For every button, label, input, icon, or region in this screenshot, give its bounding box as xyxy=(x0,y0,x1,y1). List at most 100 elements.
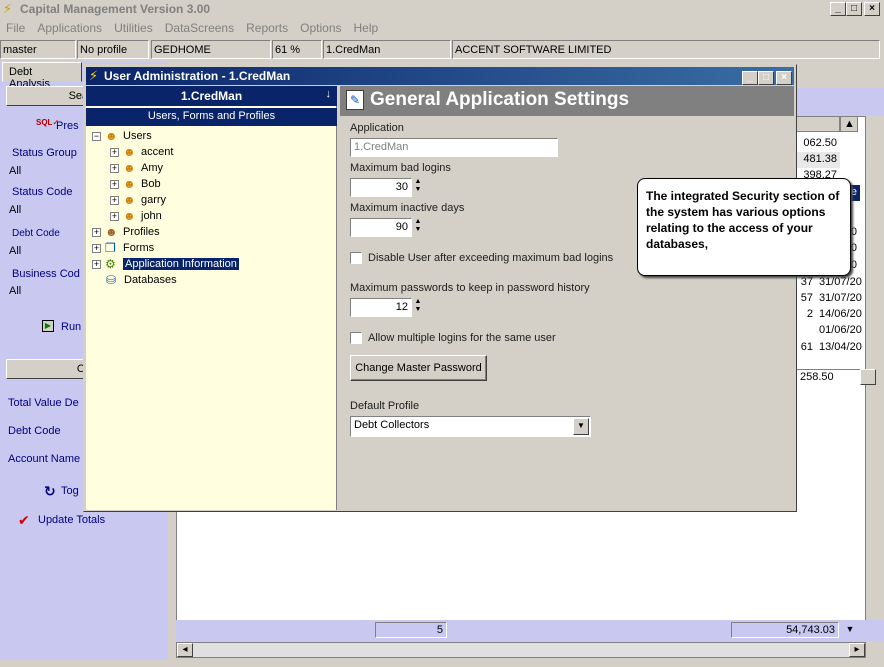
max-passwords-input[interactable]: 12 xyxy=(350,298,412,317)
tree-node-app-info[interactable]: + ⚙ Application Information xyxy=(92,257,239,273)
filter-business-code-value[interactable]: All xyxy=(9,285,21,297)
grid-cell: 2 xyxy=(806,308,813,320)
max-bad-logins-spinner[interactable]: ▲ ▼ xyxy=(413,178,423,194)
multiple-logins-label: Allow multiple logins for the same user xyxy=(368,332,556,344)
expand-icon[interactable]: + xyxy=(92,259,101,269)
tree-node-label: accent xyxy=(141,145,174,158)
tree-node-label: Amy xyxy=(141,161,163,174)
expand-icon[interactable]: + xyxy=(110,147,119,157)
grid-col-dropdown-icon[interactable]: ▲ xyxy=(840,116,858,132)
status-machine: GEDHOME xyxy=(151,40,271,59)
grid-total-cell: 258.50 xyxy=(796,369,862,385)
max-inactive-days-input[interactable]: 90 xyxy=(350,218,412,237)
tab-debt-analysis[interactable]: Debt Analysis xyxy=(2,62,82,90)
tree-node-user[interactable]: + ☻ john xyxy=(110,209,162,225)
dropdown-arrow-icon[interactable]: ▼ xyxy=(573,418,589,435)
filter-debt-code-value[interactable]: All xyxy=(9,245,21,257)
menu-applications[interactable]: Applications xyxy=(31,18,108,35)
run-link[interactable]: Run xyxy=(61,321,81,333)
account-name-link[interactable]: Account Name xyxy=(8,453,80,465)
tree-node-profiles[interactable]: + ☻ Profiles xyxy=(92,225,160,241)
filter-status-group-label: Status Group xyxy=(12,147,77,159)
tree-node-label: Forms xyxy=(123,241,155,254)
tree-node-label: Databases xyxy=(124,273,177,286)
filter-status-code-value[interactable]: All xyxy=(9,204,21,216)
tree-node-user[interactable]: + ☻ accent xyxy=(110,145,173,161)
run-icon: ▶ xyxy=(42,320,54,332)
status-user: master xyxy=(0,40,76,59)
update-totals-link[interactable]: Update Totals xyxy=(38,514,105,526)
database-icon: ⛁ xyxy=(106,273,117,287)
tree-node-label: garry xyxy=(141,193,167,206)
max-passwords-label: Maximum passwords to keep in password hi… xyxy=(350,282,590,294)
user-icon: ☻ xyxy=(123,145,136,159)
admin-tree-pane: 1.CredMan ↓ Users, Forms and Profiles − ☻… xyxy=(86,86,337,510)
menu-datascreens[interactable]: DataScreens xyxy=(159,18,240,35)
expand-icon[interactable]: + xyxy=(110,163,119,173)
tree-node-label: Users xyxy=(123,129,152,142)
multiple-logins-checkbox[interactable] xyxy=(350,332,362,344)
preset-link[interactable]: Pres xyxy=(56,120,79,132)
menu-utilities[interactable]: Utilities xyxy=(108,18,159,35)
collapse-icon[interactable]: − xyxy=(92,131,101,141)
max-inactive-days-spinner[interactable]: ▲ ▼ xyxy=(413,218,423,234)
window-controls: _ □ × xyxy=(830,2,880,16)
tree-node-users[interactable]: − ☻ Users xyxy=(92,129,152,145)
status-database: 1.CredMan xyxy=(323,40,451,59)
max-bad-logins-input[interactable]: 30 xyxy=(350,178,412,197)
expand-icon[interactable]: + xyxy=(92,243,101,253)
grid-header-cell xyxy=(796,116,840,132)
application-label: Application xyxy=(350,122,404,134)
minimize-button[interactable]: _ xyxy=(830,2,846,16)
grid-cell: 57 xyxy=(800,292,813,304)
scroll-right-icon[interactable]: ▸ xyxy=(849,643,865,657)
tree-node-user[interactable]: + ☻ Bob xyxy=(110,177,161,193)
horizontal-scrollbar[interactable]: ◂ ▸ xyxy=(176,642,866,658)
settings-edit-icon: ✎ xyxy=(346,90,364,110)
expand-icon[interactable]: + xyxy=(110,211,119,221)
menu-reports[interactable]: Reports xyxy=(240,18,294,35)
total-value-link[interactable]: Total Value De xyxy=(8,397,79,409)
filter-status-group-value[interactable]: All xyxy=(9,165,21,177)
max-passwords-spinner[interactable]: ▲ ▼ xyxy=(413,298,423,314)
maximize-button[interactable]: □ xyxy=(846,2,862,16)
refresh-icon: ↻ xyxy=(44,483,56,499)
tree-node-databases[interactable]: ⛁ Databases xyxy=(106,273,177,289)
expand-icon[interactable]: + xyxy=(110,179,119,189)
menu-help[interactable]: Help xyxy=(348,18,385,35)
grid-scroll-thumb[interactable] xyxy=(860,369,876,385)
tree-node-user[interactable]: + ☻ Amy xyxy=(110,161,163,177)
dialog-maximize-button[interactable]: □ xyxy=(758,71,774,85)
tree-node-forms[interactable]: + ❐ Forms xyxy=(92,241,154,257)
expand-icon[interactable]: + xyxy=(110,195,119,205)
tree-node-label: Profiles xyxy=(123,225,160,238)
scroll-left-icon[interactable]: ◂ xyxy=(177,643,193,657)
grid-cell: 61 xyxy=(800,341,813,353)
close-button[interactable]: × xyxy=(864,2,880,16)
dialog-minimize-button[interactable]: _ xyxy=(742,71,758,85)
database-selector[interactable]: 1.CredMan ↓ xyxy=(86,86,337,106)
tree-node-label: Bob xyxy=(141,177,161,190)
selector-arrow-icon[interactable]: ↓ xyxy=(326,88,332,100)
footer-dropdown-icon[interactable]: ▼ xyxy=(842,624,858,640)
dialog-window-controls: _ □ × xyxy=(742,69,792,85)
forms-icon: ❐ xyxy=(105,241,116,255)
dialog-title-bar: ⚡ User Administration - 1.CredMan _ □ × xyxy=(86,67,794,85)
debt-code-link[interactable]: Debt Code xyxy=(8,425,61,437)
default-profile-select[interactable]: Debt Collectors ▼ xyxy=(350,416,591,437)
change-master-password-button[interactable]: Change Master Password xyxy=(350,355,487,381)
menu-options[interactable]: Options xyxy=(294,18,347,35)
toggle-link[interactable]: Tog xyxy=(61,485,79,497)
dialog-close-button[interactable]: × xyxy=(776,71,792,85)
database-selector-value: 1.CredMan xyxy=(180,89,243,103)
menu-file[interactable]: File xyxy=(0,18,31,35)
grid-cell: 14/06/20 xyxy=(819,308,862,320)
status-percent: 61 % xyxy=(272,40,322,59)
expand-icon[interactable]: + xyxy=(92,227,101,237)
grid-cell: 31/07/20 xyxy=(819,276,862,288)
disable-user-checkbox[interactable] xyxy=(350,252,362,264)
tree-node-label: Application Information xyxy=(123,257,239,270)
application-field[interactable]: 1.CredMan xyxy=(350,138,558,157)
user-icon: ☻ xyxy=(123,209,136,223)
tree-node-user[interactable]: + ☻ garry xyxy=(110,193,166,209)
